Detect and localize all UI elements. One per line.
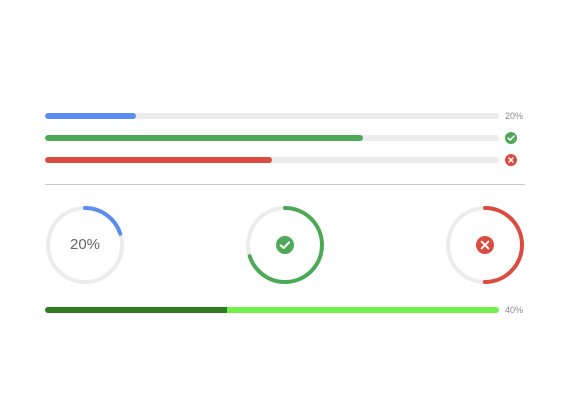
divider [45,184,525,185]
line-progress-normal-label: 20% [505,111,524,121]
circle-progress-normal-label: 20% [69,236,101,253]
line-progress-success-track [45,135,499,141]
check-circle-icon [505,132,517,144]
circle-progress-success [245,205,325,285]
line-progress-exception-fill [45,157,272,163]
line-progress-segmented-fill [226,307,499,313]
close-circle-icon [505,154,517,166]
line-progress-segmented-track [45,307,499,313]
line-progress-normal-fill [45,113,136,119]
close-icon [475,235,495,255]
circle-progress-normal: 20% [45,205,125,285]
line-progress-success-fill [45,135,363,141]
line-progress-exception-track [45,157,499,163]
line-progress-normal-track [45,113,499,119]
line-progress-segmented-label: 40% [505,305,524,315]
line-progress-segmented-success-fill [45,307,227,313]
circle-progress-exception [445,205,525,285]
check-icon [275,235,295,255]
progress-demo: 20% 20% 40% [0,0,570,414]
